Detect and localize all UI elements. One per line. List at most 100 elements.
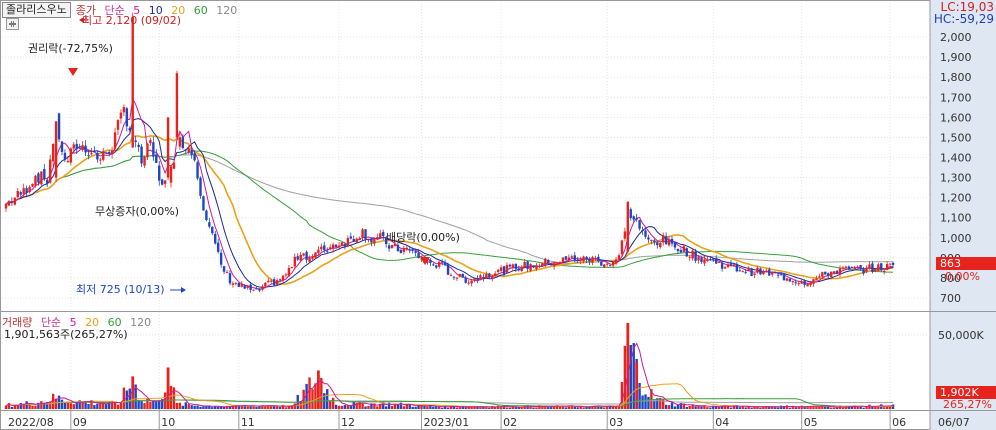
volume-bar xyxy=(102,403,105,409)
candle-body xyxy=(340,242,344,247)
volume-bar xyxy=(871,406,874,409)
candle-body xyxy=(538,265,541,267)
candle-body xyxy=(697,257,700,261)
volume-bar xyxy=(237,406,241,409)
candle-body xyxy=(211,226,214,234)
candle-body xyxy=(700,258,703,262)
candle-body xyxy=(561,257,565,263)
candle-body xyxy=(768,269,771,276)
volume-bar xyxy=(582,407,585,409)
candle-body xyxy=(485,273,488,279)
candle-body xyxy=(149,140,152,144)
candle-body xyxy=(435,265,438,268)
candle-body xyxy=(738,270,742,272)
candle-body xyxy=(653,240,656,243)
candle-body xyxy=(850,267,853,269)
candle-body xyxy=(160,179,164,185)
candle-body xyxy=(37,173,40,183)
volume-bar xyxy=(529,406,532,409)
candle-body xyxy=(302,253,305,256)
candle-body xyxy=(838,268,842,275)
candle-body xyxy=(190,149,193,155)
candle-body xyxy=(859,265,862,268)
x-tick-label: 09 xyxy=(73,416,87,429)
stock-name-box[interactable]: 졸라리스우노 xyxy=(2,2,71,18)
volume-bar xyxy=(311,389,314,409)
candle-body xyxy=(865,267,868,272)
price-tick-label: 1,600 xyxy=(940,111,972,124)
volume-bar xyxy=(34,405,37,409)
candle-body xyxy=(93,150,96,153)
candle-body xyxy=(237,283,241,287)
candle-body xyxy=(747,267,750,272)
volume-bar xyxy=(726,406,730,409)
candle-body xyxy=(829,271,833,277)
candle-body xyxy=(694,251,697,261)
candle-body xyxy=(175,73,179,138)
candle-body xyxy=(296,256,299,260)
candle-body xyxy=(399,249,403,254)
candle-body xyxy=(706,259,709,262)
candle-body xyxy=(676,248,680,252)
volume-bar xyxy=(638,382,641,409)
grid-settings-icon[interactable] xyxy=(6,18,19,30)
candle-body xyxy=(25,188,28,193)
volume-bar xyxy=(175,402,179,409)
volume-bar xyxy=(149,402,152,409)
candle-body xyxy=(591,257,594,263)
candle-body xyxy=(326,250,329,252)
candle-body xyxy=(821,272,824,277)
candle-body xyxy=(885,264,889,270)
candle-body xyxy=(181,137,185,149)
volume-bar xyxy=(31,405,34,409)
volume-bar xyxy=(367,405,370,409)
candle-body xyxy=(169,166,173,183)
candle-body xyxy=(824,271,827,275)
annotation-low: 최저 725 (10/13) xyxy=(76,283,165,296)
volume-bar xyxy=(93,405,96,409)
candle-body xyxy=(717,261,721,263)
volume-bar xyxy=(694,406,697,409)
volume-bar xyxy=(116,404,120,409)
vlegend-ma120: 120 xyxy=(130,316,152,329)
volume-bar xyxy=(676,404,680,409)
volume-bar xyxy=(773,407,777,409)
candle-body xyxy=(880,263,883,271)
candle-body xyxy=(390,244,394,249)
candle-body xyxy=(650,239,653,242)
candle-body xyxy=(508,264,512,267)
candle-body xyxy=(317,249,320,254)
candle-body xyxy=(417,252,420,258)
candle-body xyxy=(479,275,482,281)
candle-body xyxy=(22,188,25,194)
candle-body xyxy=(113,132,117,149)
candle-body xyxy=(673,242,677,248)
candle-body xyxy=(868,264,871,269)
volume-bar xyxy=(152,401,155,409)
volume-bar xyxy=(202,406,205,409)
candle-body xyxy=(116,120,120,130)
volume-bar xyxy=(278,407,282,409)
candle-body xyxy=(284,274,288,276)
volume-bar xyxy=(187,404,190,409)
volume-bar xyxy=(16,405,19,409)
candle-body xyxy=(729,262,733,265)
candle-body xyxy=(555,263,559,265)
candle-body xyxy=(320,246,323,250)
volume-bar xyxy=(623,345,627,409)
volume-bar xyxy=(193,405,196,409)
volume-bar xyxy=(653,400,656,409)
volume-bar xyxy=(429,405,432,409)
candle-body xyxy=(526,261,529,269)
candle-body xyxy=(90,153,93,155)
candle-body xyxy=(163,180,167,184)
candle-body xyxy=(323,245,326,251)
volume-bar xyxy=(829,407,833,409)
candle-body xyxy=(346,238,350,247)
candle-body xyxy=(205,210,208,221)
candle-body xyxy=(405,247,408,250)
candle-body xyxy=(670,238,674,244)
candle-body xyxy=(874,269,877,272)
volume-bar xyxy=(794,407,798,409)
volume-bar xyxy=(119,402,123,409)
